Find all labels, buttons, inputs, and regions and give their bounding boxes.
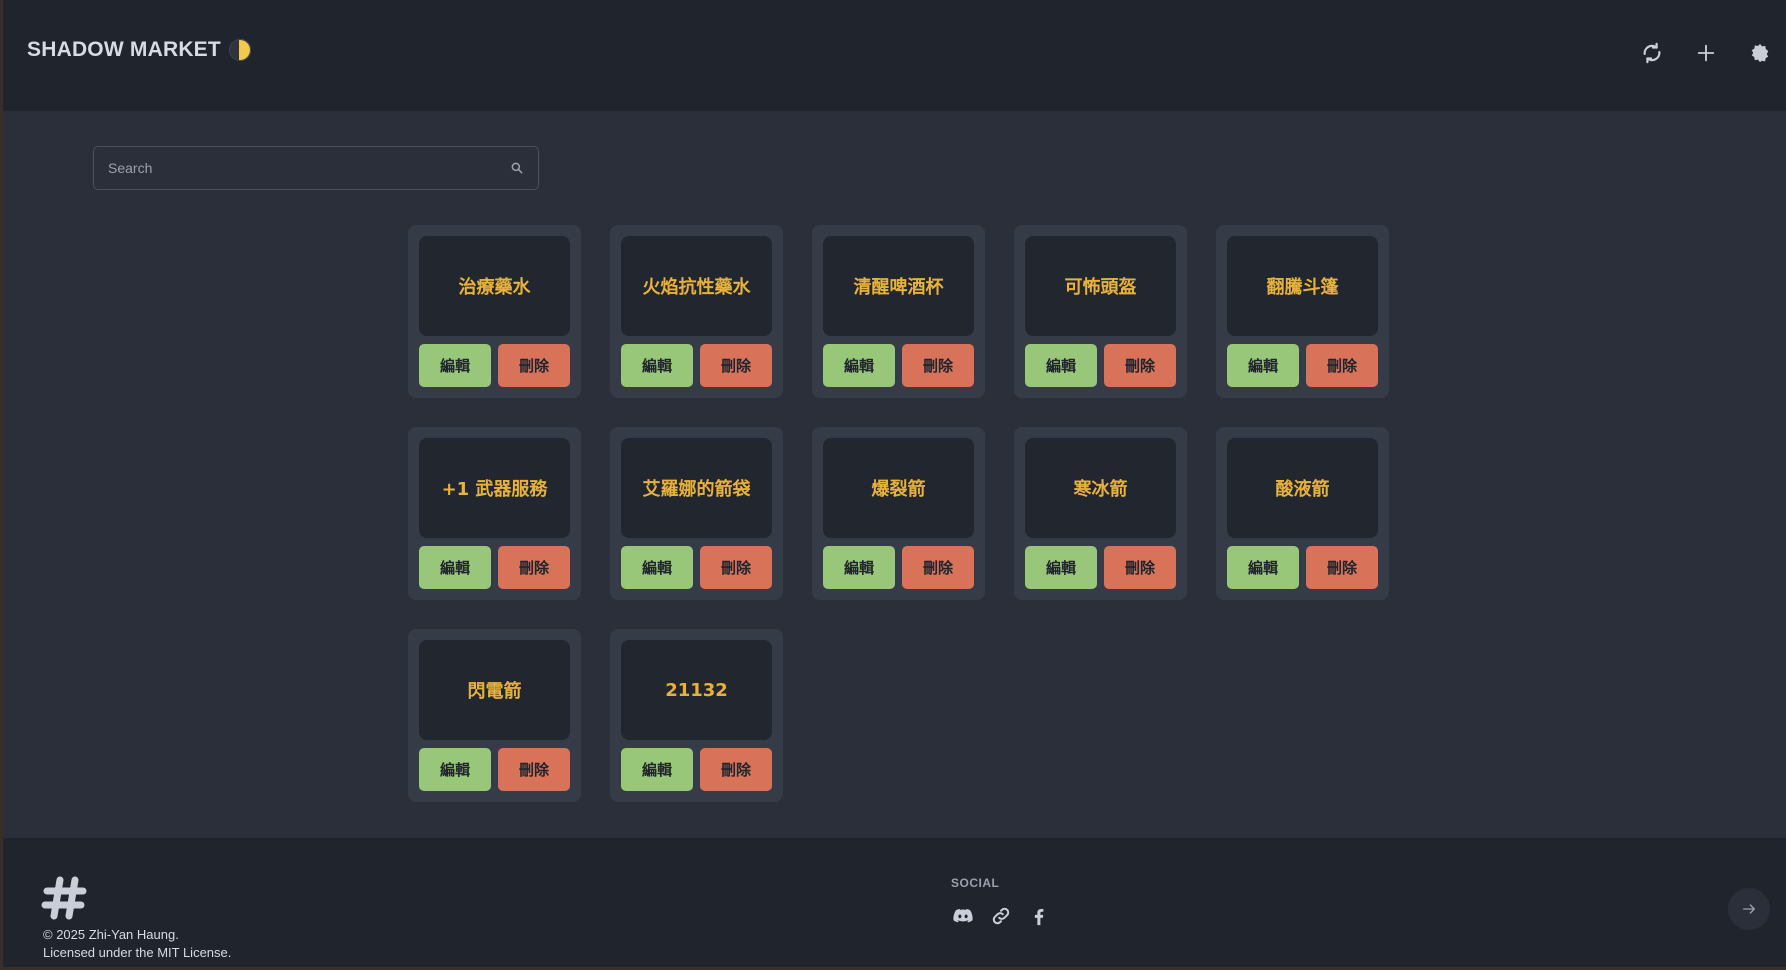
discord-icon[interactable] bbox=[951, 904, 975, 928]
facebook-icon[interactable] bbox=[1027, 904, 1051, 928]
item-name[interactable]: 治療藥水 bbox=[419, 236, 570, 336]
item-card: +1 武器服務 編輯 刪除 bbox=[408, 427, 581, 600]
delete-button[interactable]: 刪除 bbox=[1306, 546, 1378, 589]
item-name[interactable]: 翻騰斗篷 bbox=[1227, 236, 1378, 336]
edit-button[interactable]: 編輯 bbox=[823, 546, 895, 589]
item-grid: 治療藥水 編輯 刪除 火焰抗性藥水 編輯 刪除 清醒啤酒杯 編輯 刪除 可怖頭盔… bbox=[408, 225, 1389, 802]
item-name[interactable]: 火焰抗性藥水 bbox=[621, 236, 772, 336]
delete-button[interactable]: 刪除 bbox=[700, 748, 772, 791]
item-card: 翻騰斗篷 編輯 刪除 bbox=[1216, 225, 1389, 398]
license-text: Licensed under the MIT License. bbox=[43, 945, 232, 960]
item-card: 爆裂箭 編輯 刪除 bbox=[812, 427, 985, 600]
item-card: 治療藥水 編輯 刪除 bbox=[408, 225, 581, 398]
edit-button[interactable]: 編輯 bbox=[823, 344, 895, 387]
item-name[interactable]: 艾羅娜的箭袋 bbox=[621, 438, 772, 538]
delete-button[interactable]: 刪除 bbox=[1306, 344, 1378, 387]
social-links bbox=[951, 904, 1051, 928]
item-name[interactable]: 爆裂箭 bbox=[823, 438, 974, 538]
item-name[interactable]: 閃電箭 bbox=[419, 640, 570, 740]
edit-button[interactable]: 編輯 bbox=[1025, 546, 1097, 589]
item-card: 寒冰箭 編輯 刪除 bbox=[1014, 427, 1187, 600]
copyright-text: © 2025 Zhi-Yan Haung. bbox=[43, 927, 179, 942]
edit-button[interactable]: 編輯 bbox=[419, 748, 491, 791]
delete-button[interactable]: 刪除 bbox=[902, 344, 974, 387]
search-input[interactable] bbox=[108, 160, 510, 176]
link-icon[interactable] bbox=[989, 904, 1013, 928]
plus-icon[interactable] bbox=[1691, 38, 1721, 68]
delete-button[interactable]: 刪除 bbox=[498, 748, 570, 791]
brand[interactable]: SHADOW MARKET bbox=[27, 38, 251, 62]
item-name[interactable]: 清醒啤酒杯 bbox=[823, 236, 974, 336]
delete-button[interactable]: 刪除 bbox=[498, 546, 570, 589]
delete-button[interactable]: 刪除 bbox=[902, 546, 974, 589]
delete-button[interactable]: 刪除 bbox=[700, 546, 772, 589]
item-card: 閃電箭 編輯 刪除 bbox=[408, 629, 581, 802]
settings-icon[interactable] bbox=[1745, 38, 1775, 68]
hash-logo-icon bbox=[41, 876, 87, 920]
item-card: 酸液箭 編輯 刪除 bbox=[1216, 427, 1389, 600]
social-heading: SOCIAL bbox=[951, 876, 1000, 890]
item-name[interactable]: 寒冰箭 bbox=[1025, 438, 1176, 538]
delete-button[interactable]: 刪除 bbox=[1104, 344, 1176, 387]
delete-button[interactable]: 刪除 bbox=[498, 344, 570, 387]
copyright-block: © 2025 Zhi-Yan Haung. Licensed under the… bbox=[43, 926, 231, 962]
arrow-right-icon bbox=[1743, 904, 1755, 914]
edit-button[interactable]: 編輯 bbox=[621, 546, 693, 589]
edit-button[interactable]: 編輯 bbox=[1227, 546, 1299, 589]
delete-button[interactable]: 刪除 bbox=[700, 344, 772, 387]
search-icon[interactable] bbox=[510, 161, 524, 175]
edit-button[interactable]: 編輯 bbox=[1227, 344, 1299, 387]
item-name[interactable]: +1 武器服務 bbox=[419, 438, 570, 538]
edit-button[interactable]: 編輯 bbox=[621, 344, 693, 387]
item-card: 21132 編輯 刪除 bbox=[610, 629, 783, 802]
edit-button[interactable]: 編輯 bbox=[419, 344, 491, 387]
moon-icon bbox=[228, 39, 251, 61]
edit-button[interactable]: 編輯 bbox=[419, 546, 491, 589]
edit-button[interactable]: 編輯 bbox=[621, 748, 693, 791]
item-card: 可怖頭盔 編輯 刪除 bbox=[1014, 225, 1187, 398]
brand-title: SHADOW MARKET bbox=[27, 38, 221, 61]
item-name[interactable]: 21132 bbox=[621, 640, 772, 740]
edit-button[interactable]: 編輯 bbox=[1025, 344, 1097, 387]
search-box bbox=[93, 146, 539, 190]
item-card: 清醒啤酒杯 編輯 刪除 bbox=[812, 225, 985, 398]
item-name[interactable]: 可怖頭盔 bbox=[1025, 236, 1176, 336]
app-footer: © 2025 Zhi-Yan Haung. Licensed under the… bbox=[3, 838, 1786, 967]
item-card: 艾羅娜的箭袋 編輯 刪除 bbox=[610, 427, 783, 600]
item-card: 火焰抗性藥水 編輯 刪除 bbox=[610, 225, 783, 398]
delete-button[interactable]: 刪除 bbox=[1104, 546, 1176, 589]
app-header: SHADOW MARKET bbox=[3, 0, 1786, 111]
arrow-right-button[interactable] bbox=[1728, 888, 1770, 930]
refresh-icon[interactable] bbox=[1637, 38, 1667, 68]
item-name[interactable]: 酸液箭 bbox=[1227, 438, 1378, 538]
